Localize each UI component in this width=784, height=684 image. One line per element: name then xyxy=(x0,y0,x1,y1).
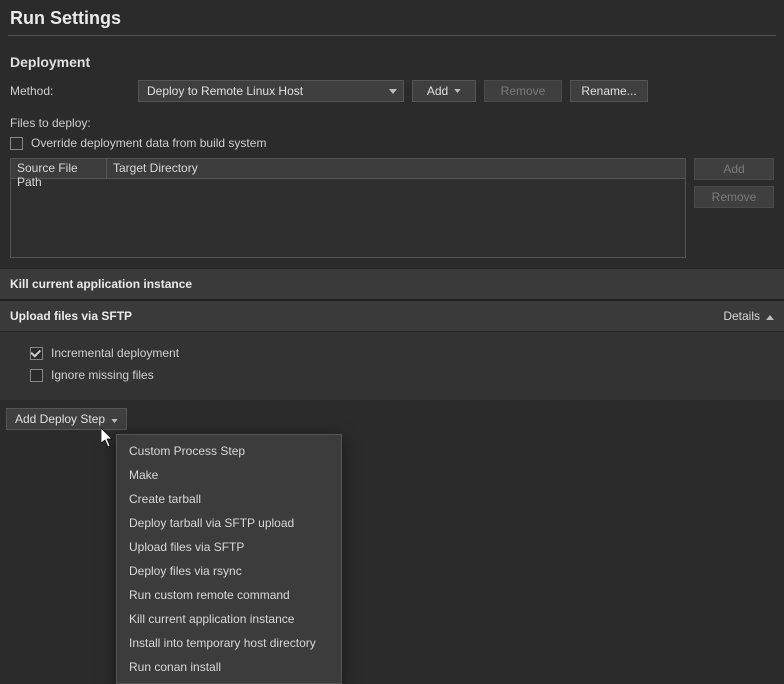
chevron-up-icon xyxy=(766,309,774,323)
method-combobox[interactable]: Deploy to Remote Linux Host xyxy=(138,80,404,102)
method-remove-button[interactable]: Remove xyxy=(484,80,562,102)
deployment-heading: Deployment xyxy=(0,50,784,80)
method-rename-label: Rename... xyxy=(581,84,636,98)
method-add-label: Add xyxy=(427,84,448,98)
method-rename-button[interactable]: Rename... xyxy=(570,80,648,102)
chevron-down-icon xyxy=(111,412,118,426)
files-add-button[interactable]: Add xyxy=(694,158,774,180)
add-deploy-step-button[interactable]: Add Deploy Step xyxy=(6,408,127,430)
page-title: Run Settings xyxy=(0,0,784,35)
col-source[interactable]: Source File Path xyxy=(11,159,107,178)
incremental-label: Incremental deployment xyxy=(51,346,179,360)
files-table-wrap: Source File Path Target Directory Add Re… xyxy=(0,158,784,268)
menu-item[interactable]: Upload files via SFTP xyxy=(117,535,341,559)
ignore-missing-row: Ignore missing files xyxy=(30,364,774,386)
details-label: Details xyxy=(723,309,760,323)
method-value: Deploy to Remote Linux Host xyxy=(147,84,303,98)
add-step-row: Add Deploy Step xyxy=(0,400,784,438)
menu-item[interactable]: Deploy tarball via SFTP upload xyxy=(117,511,341,535)
incremental-row: Incremental deployment xyxy=(30,342,774,364)
override-checkbox[interactable] xyxy=(10,137,23,150)
chevron-down-icon xyxy=(389,89,397,94)
add-deploy-step-label: Add Deploy Step xyxy=(15,412,105,426)
col-target[interactable]: Target Directory xyxy=(107,159,685,178)
files-label: Files to deploy: xyxy=(0,116,784,136)
menu-item[interactable]: Deploy files via rsync xyxy=(117,559,341,583)
override-label: Override deployment data from build syst… xyxy=(31,136,266,150)
panel-sftp-label: Upload files via SFTP xyxy=(10,309,132,323)
menu-item[interactable]: Create tarball xyxy=(117,487,341,511)
add-deploy-step-menu: Custom Process StepMakeCreate tarballDep… xyxy=(116,434,342,684)
menu-item[interactable]: Kill current application instance xyxy=(117,607,341,631)
method-remove-label: Remove xyxy=(501,84,546,98)
title-divider xyxy=(8,35,776,36)
panel-kill-instance[interactable]: Kill current application instance xyxy=(0,268,784,300)
ignore-missing-checkbox[interactable] xyxy=(30,369,43,382)
panel-kill-label: Kill current application instance xyxy=(10,277,192,291)
files-add-label: Add xyxy=(723,162,744,176)
incremental-checkbox[interactable] xyxy=(30,347,43,360)
ignore-missing-label: Ignore missing files xyxy=(51,368,154,382)
method-label: Method: xyxy=(10,84,130,98)
method-add-button[interactable]: Add xyxy=(412,80,476,102)
chevron-down-icon xyxy=(454,89,461,93)
menu-item[interactable]: Install into temporary host directory xyxy=(117,631,341,655)
menu-item[interactable]: Custom Process Step xyxy=(117,439,341,463)
method-row: Method: Deploy to Remote Linux Host Add … xyxy=(0,80,784,116)
details-toggle[interactable]: Details xyxy=(723,309,774,323)
files-remove-label: Remove xyxy=(712,190,757,204)
menu-item[interactable]: Run custom remote command xyxy=(117,583,341,607)
files-table[interactable]: Source File Path Target Directory xyxy=(10,158,686,258)
files-table-header: Source File Path Target Directory xyxy=(11,159,685,179)
files-side-buttons: Add Remove xyxy=(694,158,774,208)
menu-item[interactable]: Run conan install xyxy=(117,655,341,679)
override-row: Override deployment data from build syst… xyxy=(0,136,784,158)
sftp-options: Incremental deployment Ignore missing fi… xyxy=(0,332,784,400)
menu-item[interactable]: Make xyxy=(117,463,341,487)
panel-sftp[interactable]: Upload files via SFTP Details xyxy=(0,300,784,332)
files-remove-button[interactable]: Remove xyxy=(694,186,774,208)
